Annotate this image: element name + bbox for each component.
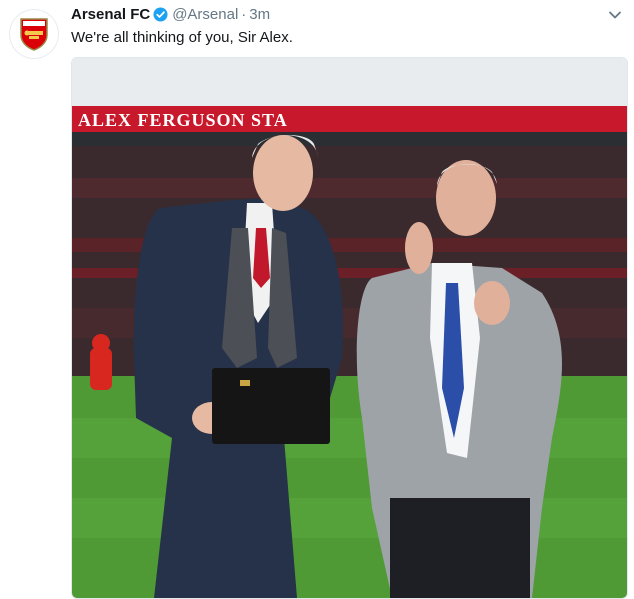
tweet-photo[interactable]: ALEX FERGUSON STA xyxy=(71,57,628,599)
author-name[interactable]: Arsenal FC xyxy=(71,6,150,23)
chevron-down-icon[interactable] xyxy=(608,8,622,22)
arsenal-crest-icon xyxy=(20,18,48,51)
verified-badge-icon xyxy=(153,7,168,27)
tweet-header: Arsenal FC @Arsenal · 3m xyxy=(71,6,270,27)
profile-avatar[interactable] xyxy=(10,10,58,58)
stadium-sign-text: ALEX FERGUSON STA xyxy=(78,110,288,130)
author-handle[interactable]: @Arsenal xyxy=(172,6,238,23)
separator-dot: · xyxy=(241,6,247,23)
tweet-timestamp[interactable]: 3m xyxy=(249,6,270,23)
tweet-text: We're all thinking of you, Sir Alex. xyxy=(71,29,293,46)
